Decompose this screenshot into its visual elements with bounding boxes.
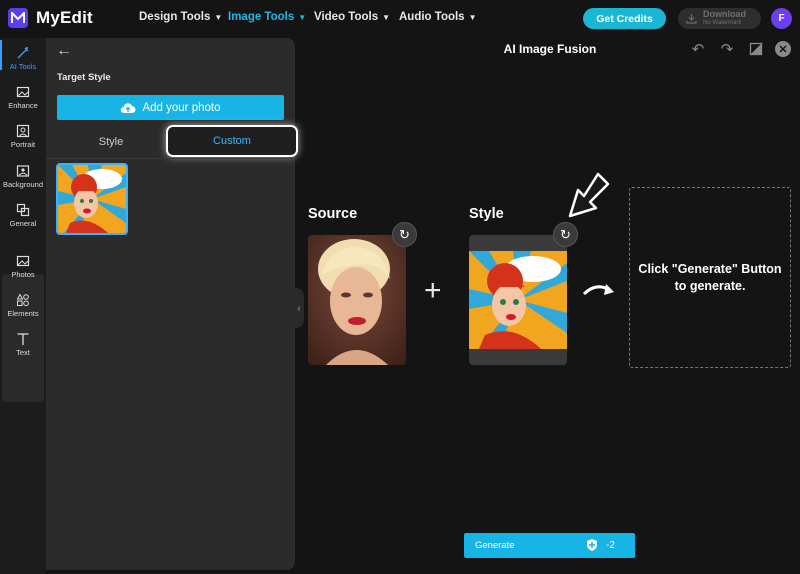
result-placeholder: Click "Generate" Button to generate. [629,187,791,368]
chevron-down-icon: ▼ [382,12,391,22]
nav-label: Image Tools [228,11,295,23]
left-rail: AI Tools Enhance Portrait Background Gen… [0,38,46,574]
credit-cost: -2 [586,538,615,552]
download-sublabel: No Watermark [703,20,742,26]
photos-icon [16,255,30,267]
style-image[interactable] [469,235,567,365]
portrait-icon [16,124,30,138]
source-heading: Source [308,206,358,222]
user-avatar[interactable]: F [771,8,792,29]
source-portrait-photo [308,235,406,365]
download-button[interactable]: Download No Watermark [678,8,761,29]
nav-design-tools[interactable]: Design Tools ▼ [139,11,222,23]
back-arrow-icon[interactable]: ← [56,42,72,60]
pop-art-image [58,165,126,233]
magic-wand-icon [17,47,29,59]
app-name: MyEdit [36,8,93,27]
general-icon [16,203,30,217]
nav-label: Audio Tools [399,11,465,23]
tab-custom[interactable]: Custom [166,125,298,157]
style-heading: Style [469,206,504,222]
nav-label: Design Tools [139,11,211,23]
chevron-down-icon: ▼ [298,12,307,22]
compare-icon[interactable] [748,42,764,58]
rail-item-photos[interactable]: Photos [0,254,46,279]
credit-shield-icon [587,539,597,551]
nav-audio-tools[interactable]: Audio Tools ▼ [399,11,477,23]
nav-label: Video Tools [314,11,379,23]
custom-style-thumbnail[interactable] [56,163,128,235]
rail-item-background[interactable]: Background [0,164,46,189]
text-icon [17,333,29,345]
rail-item-ai-tools[interactable]: AI Tools [0,40,46,71]
undo-icon[interactable]: ↶ [690,42,706,58]
panel-divider [46,158,295,159]
rail-item-elements[interactable]: Elements [0,293,46,318]
rail-item-portrait[interactable]: Portrait [0,124,46,149]
reset-source-button[interactable]: ↻ [392,222,417,247]
rail-item-enhance[interactable]: Enhance [0,85,46,110]
add-photo-label: Add your photo [142,101,221,114]
chevron-down-icon: ▼ [214,12,223,22]
page-title: AI Image Fusion [503,42,597,56]
myedit-logo-icon [8,8,28,28]
download-icon [686,14,697,24]
nav-image-tools[interactable]: Image Tools ▼ [228,11,306,23]
pointer-arrow-icon [568,172,610,218]
plus-icon: + [424,274,442,307]
add-photo-button[interactable]: Add your photo [57,95,284,120]
generate-button[interactable]: Generate -2 [464,533,635,558]
chevron-down-icon: ▼ [468,12,477,22]
nav-video-tools[interactable]: Video Tools ▼ [314,11,390,23]
result-instruction-text: Click "Generate" Button to generate. [638,261,782,293]
enhance-icon [16,86,30,98]
download-label: Download [703,9,746,19]
top-bar: MyEdit Design Tools ▼ Image Tools ▼ Video … [0,0,800,38]
elements-icon [16,293,29,307]
source-image[interactable] [308,235,406,365]
target-style-label: Target Style [57,72,111,83]
rail-item-text[interactable]: Text [0,332,46,357]
arrow-right-icon [582,284,614,296]
tab-style[interactable]: Style [57,131,165,153]
cloud-upload-icon [121,102,136,113]
background-icon [16,165,30,177]
close-button[interactable]: ✕ [775,41,791,57]
credit-cost-value: -2 [606,539,615,551]
redo-icon[interactable]: ↷ [719,42,735,58]
reset-style-button[interactable]: ↻ [553,222,578,247]
rail-item-general[interactable]: General [0,203,46,228]
app-logo[interactable]: MyEdit [8,8,93,28]
generate-label: Generate [475,540,515,551]
style-pop-art-image [469,251,567,349]
get-credits-button[interactable]: Get Credits [583,8,666,29]
collapse-panel-button[interactable]: ‹ [294,288,304,328]
